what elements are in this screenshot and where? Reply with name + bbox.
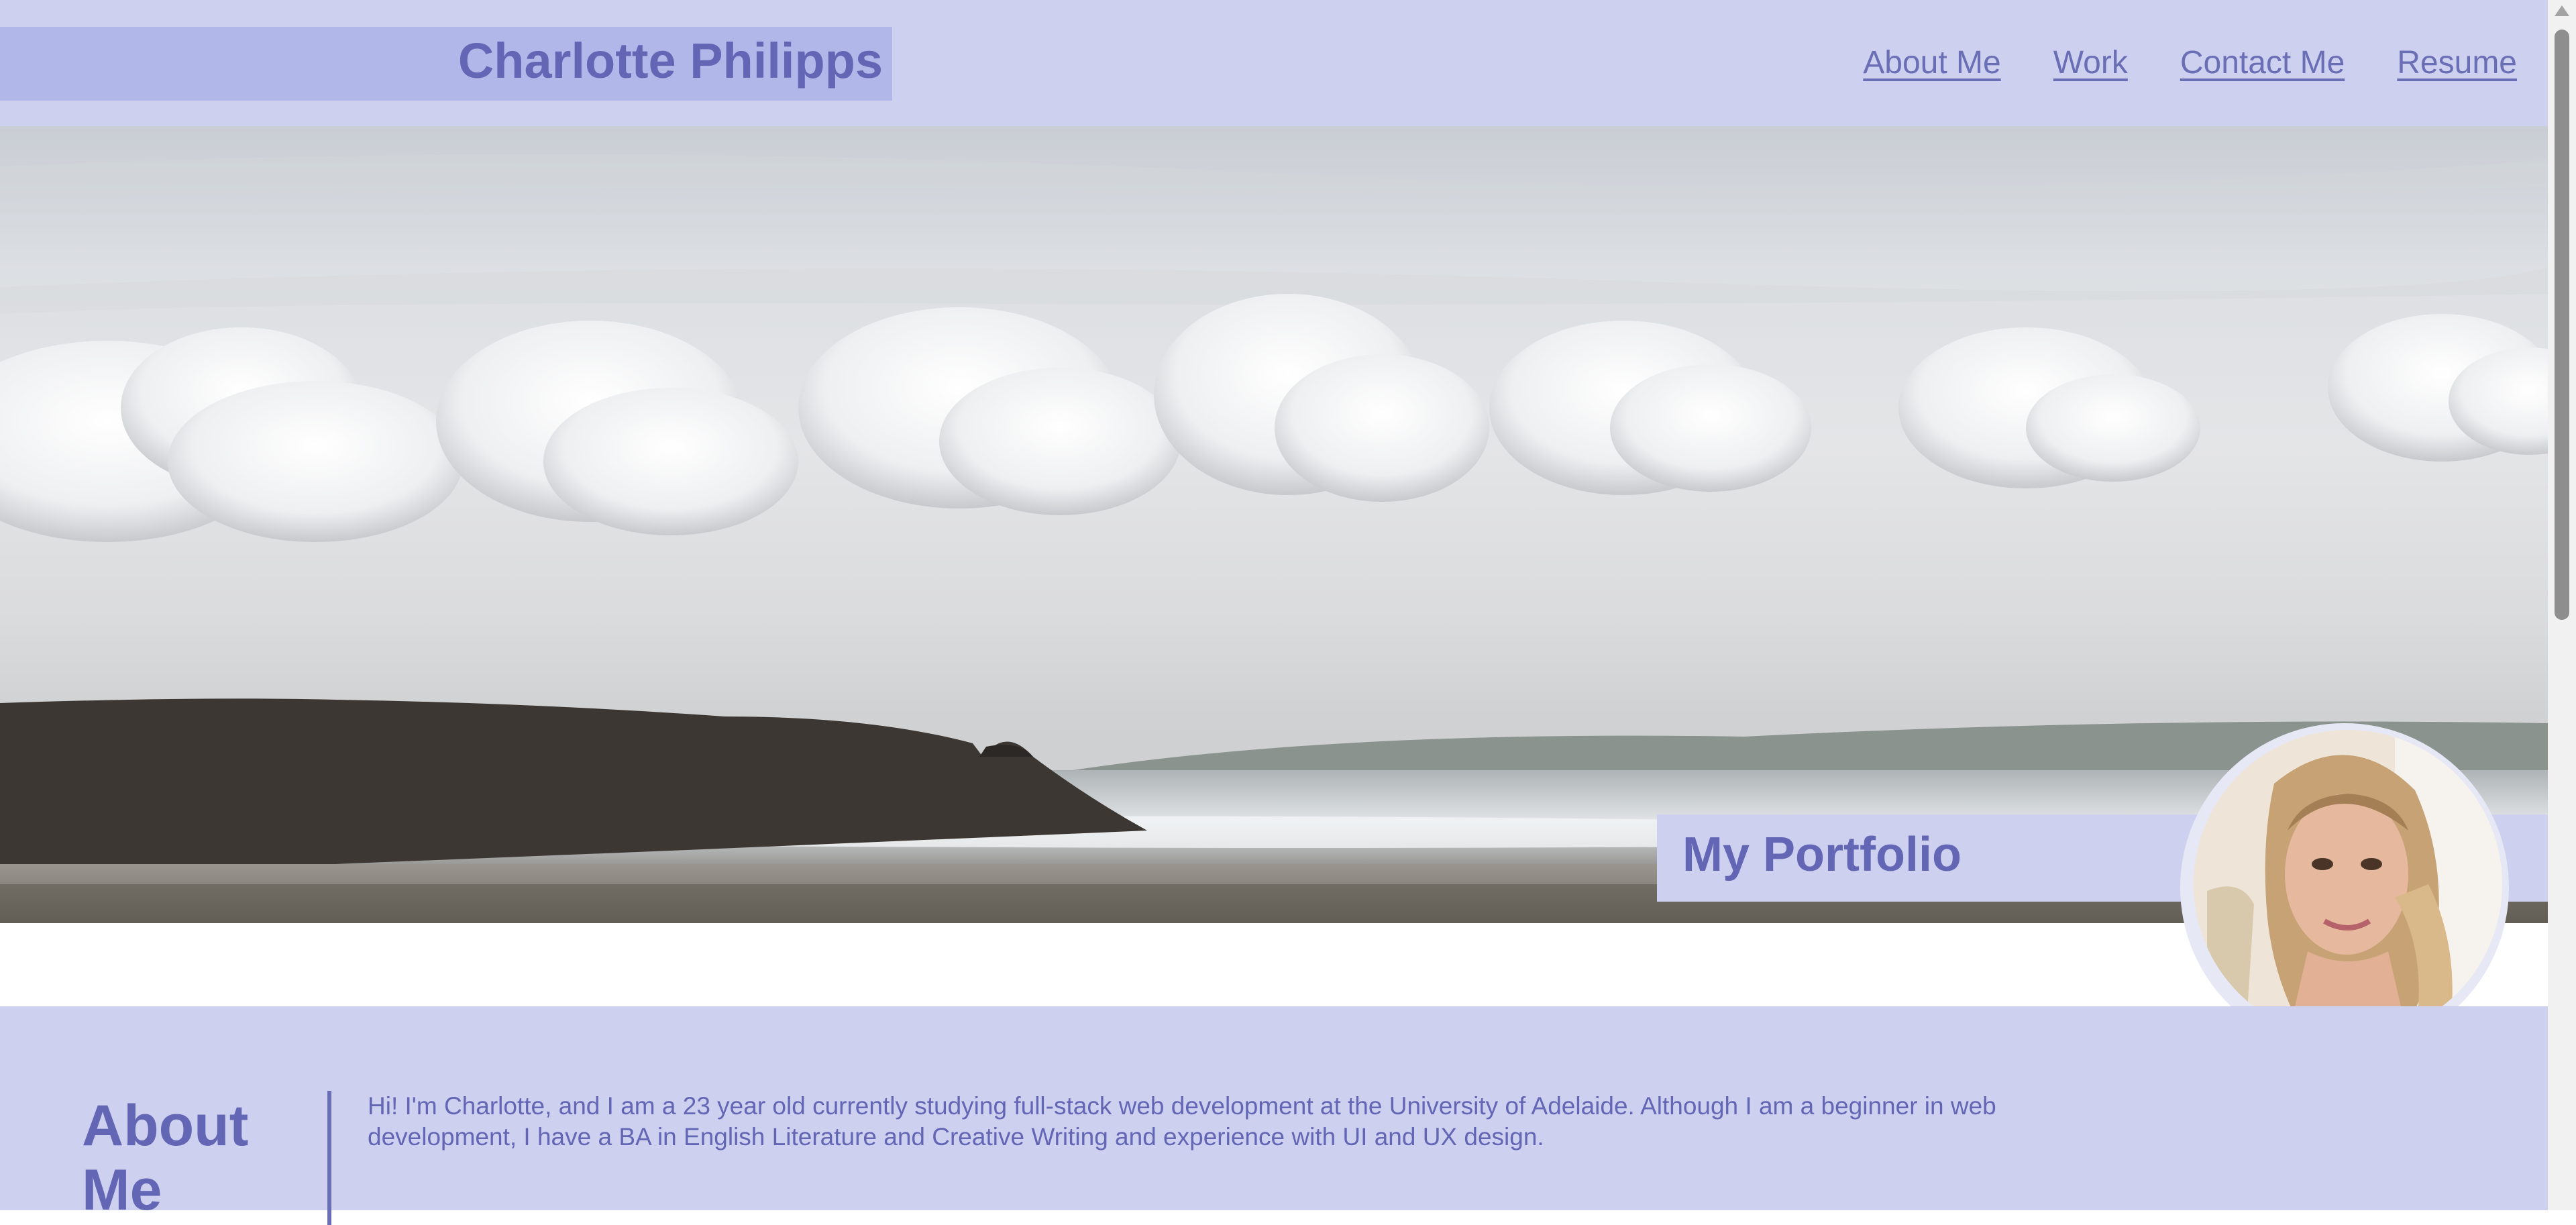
main-nav: About Me Work Contact Me Resume xyxy=(1863,44,2517,81)
vertical-scrollbar[interactable] xyxy=(2548,0,2576,1210)
nav-link-contact-me[interactable]: Contact Me xyxy=(2180,44,2345,81)
hero-banner: My Portfolio xyxy=(0,126,2548,923)
hero-image xyxy=(0,154,2548,923)
nav-link-work[interactable]: Work xyxy=(2053,44,2128,81)
about-text: Hi! I'm Charlotte, and I am a 23 year ol… xyxy=(368,1092,1996,1151)
about-heading: About Me xyxy=(82,1094,249,1222)
avatar xyxy=(2194,730,2502,1038)
scrollbar-thumb[interactable] xyxy=(2555,30,2569,620)
profile-photo-icon xyxy=(2194,730,2502,1038)
about-divider xyxy=(327,1091,331,1225)
site-header: Charlotte Philipps About Me Work Contact… xyxy=(0,0,2548,126)
brand-box: Charlotte Philipps xyxy=(0,27,892,101)
nav-link-resume[interactable]: Resume xyxy=(2397,44,2517,81)
page: Charlotte Philipps About Me Work Contact… xyxy=(0,0,2548,1225)
portfolio-title: My Portfolio xyxy=(1682,828,1962,882)
nav-link-about-me[interactable]: About Me xyxy=(1863,44,2000,81)
scroll-up-arrow-icon[interactable] xyxy=(2555,5,2569,16)
about-section: About Me Hi! I'm Charlotte, and I am a 2… xyxy=(0,1006,2548,1225)
site-title[interactable]: Charlotte Philipps xyxy=(458,36,883,86)
